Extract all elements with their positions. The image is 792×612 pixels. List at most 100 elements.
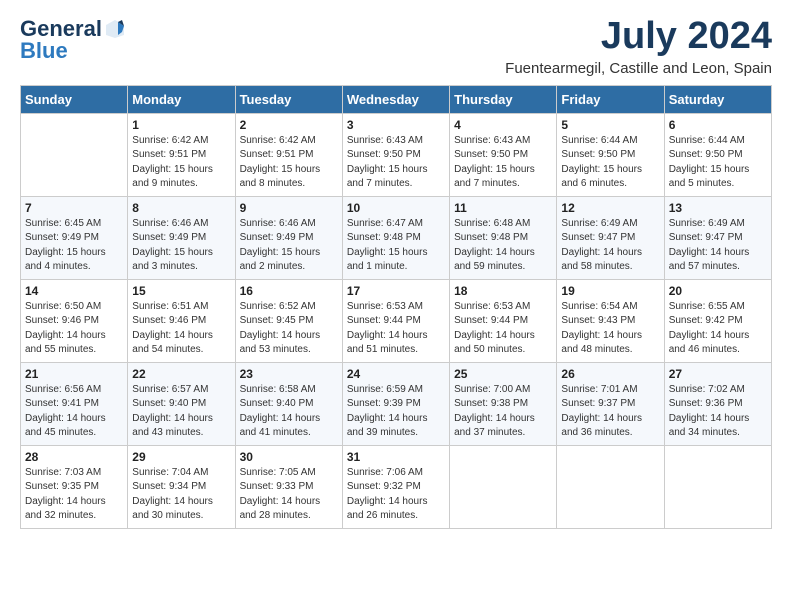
day-number: 29	[132, 450, 230, 464]
day-info: Sunrise: 6:47 AMSunset: 9:48 PMDaylight:…	[347, 217, 445, 275]
day-cell	[450, 445, 557, 528]
day-number: 26	[561, 367, 659, 381]
day-number: 1	[132, 118, 230, 132]
day-info: Sunrise: 6:52 AMSunset: 9:45 PMDaylight:…	[240, 300, 338, 358]
week-row-4: 21Sunrise: 6:56 AMSunset: 9:41 PMDayligh…	[21, 362, 772, 445]
day-cell: 28Sunrise: 7:03 AMSunset: 9:35 PMDayligh…	[21, 445, 128, 528]
day-cell: 11 Sunrise: 6:48 AMSunset: 9:48 PMDayligh…	[450, 196, 557, 279]
day-info: Sunrise: 7:00 AMSunset: 9:38 PMDaylight:…	[454, 383, 552, 441]
logo-blue: Blue	[20, 38, 68, 64]
day-cell: 31Sunrise: 7:06 AMSunset: 9:32 PMDayligh…	[342, 445, 449, 528]
title-block: July 2024 Fuentearmegil, Castille and Le…	[505, 16, 772, 77]
day-cell: 25 Sunrise: 7:00 AMSunset: 9:38 PMDayligh…	[450, 362, 557, 445]
day-cell: 27 Sunrise: 7:02 AMSunset: 9:36 PMDayligh…	[664, 362, 771, 445]
logo: General Blue	[20, 16, 126, 64]
day-number: 30	[240, 450, 338, 464]
day-cell: 20 Sunrise: 6:55 AMSunset: 9:42 PMDayligh…	[664, 279, 771, 362]
day-info: Sunrise: 6:57 AMSunset: 9:40 PMDaylight:…	[132, 383, 230, 441]
day-info: Sunrise: 7:04 AMSunset: 9:34 PMDaylight:…	[132, 466, 230, 524]
day-cell: 6Sunrise: 6:44 AMSunset: 9:50 PMDaylight…	[664, 113, 771, 196]
day-info: Sunrise: 6:43 AMSunset: 9:50 PMDaylight:…	[454, 134, 552, 192]
day-number: 5	[561, 118, 659, 132]
header-friday: Friday	[557, 85, 664, 113]
day-info: Sunrise: 6:55 AMSunset: 9:42 PMDaylight:…	[669, 300, 767, 358]
day-info: Sunrise: 6:46 AMSunset: 9:49 PMDaylight:…	[132, 217, 230, 275]
day-number: 3	[347, 118, 445, 132]
day-info: Sunrise: 6:45 AMSunset: 9:49 PMDaylight:…	[25, 217, 123, 275]
day-info: Sunrise: 7:01 AMSunset: 9:37 PMDaylight:…	[561, 383, 659, 441]
day-cell: 22Sunrise: 6:57 AMSunset: 9:40 PMDayligh…	[128, 362, 235, 445]
page-header: General Blue July 2024 Fuentearmegil, Ca…	[20, 16, 772, 77]
day-number: 15	[132, 284, 230, 298]
day-info: Sunrise: 7:05 AMSunset: 9:33 PMDaylight:…	[240, 466, 338, 524]
logo-flag-icon	[104, 18, 126, 40]
day-cell: 24 Sunrise: 6:59 AMSunset: 9:39 PMDayligh…	[342, 362, 449, 445]
header-thursday: Thursday	[450, 85, 557, 113]
day-cell: 13Sunrise: 6:49 AMSunset: 9:47 PMDayligh…	[664, 196, 771, 279]
header-wednesday: Wednesday	[342, 85, 449, 113]
day-info: Sunrise: 6:42 AMSunset: 9:51 PMDaylight:…	[240, 134, 338, 192]
day-number: 23	[240, 367, 338, 381]
day-info: Sunrise: 6:49 AMSunset: 9:47 PMDaylight:…	[561, 217, 659, 275]
day-cell: 15 Sunrise: 6:51 AMSunset: 9:46 PMDayligh…	[128, 279, 235, 362]
day-cell: 18 Sunrise: 6:53 AMSunset: 9:44 PMDayligh…	[450, 279, 557, 362]
day-number: 17	[347, 284, 445, 298]
week-row-3: 14 Sunrise: 6:50 AMSunset: 9:46 PMDayligh…	[21, 279, 772, 362]
day-info: Sunrise: 7:03 AMSunset: 9:35 PMDaylight:…	[25, 466, 123, 524]
day-number: 20	[669, 284, 767, 298]
calendar-table: SundayMondayTuesdayWednesdayThursdayFrid…	[20, 85, 772, 529]
day-cell: 21Sunrise: 6:56 AMSunset: 9:41 PMDayligh…	[21, 362, 128, 445]
day-number: 27	[669, 367, 767, 381]
day-number: 2	[240, 118, 338, 132]
week-row-2: 7 Sunrise: 6:45 AMSunset: 9:49 PMDaylight…	[21, 196, 772, 279]
day-cell: 12 Sunrise: 6:49 AMSunset: 9:47 PMDayligh…	[557, 196, 664, 279]
day-cell: 23 Sunrise: 6:58 AMSunset: 9:40 PMDayligh…	[235, 362, 342, 445]
day-info: Sunrise: 6:58 AMSunset: 9:40 PMDaylight:…	[240, 383, 338, 441]
day-cell	[664, 445, 771, 528]
day-info: Sunrise: 6:56 AMSunset: 9:41 PMDaylight:…	[25, 383, 123, 441]
month-title: July 2024	[505, 16, 772, 58]
day-cell: 4 Sunrise: 6:43 AMSunset: 9:50 PMDaylight…	[450, 113, 557, 196]
day-number: 11	[454, 201, 552, 215]
day-number: 18	[454, 284, 552, 298]
header-tuesday: Tuesday	[235, 85, 342, 113]
location-title: Fuentearmegil, Castille and Leon, Spain	[505, 60, 772, 77]
day-cell: 5Sunrise: 6:44 AMSunset: 9:50 PMDaylight…	[557, 113, 664, 196]
day-info: Sunrise: 6:50 AMSunset: 9:46 PMDaylight:…	[25, 300, 123, 358]
header-monday: Monday	[128, 85, 235, 113]
day-info: Sunrise: 6:42 AMSunset: 9:51 PMDaylight:…	[132, 134, 230, 192]
day-cell: 14 Sunrise: 6:50 AMSunset: 9:46 PMDayligh…	[21, 279, 128, 362]
day-number: 16	[240, 284, 338, 298]
header-row: SundayMondayTuesdayWednesdayThursdayFrid…	[21, 85, 772, 113]
day-info: Sunrise: 6:51 AMSunset: 9:46 PMDaylight:…	[132, 300, 230, 358]
day-number: 8	[132, 201, 230, 215]
day-info: Sunrise: 6:48 AMSunset: 9:48 PMDaylight:…	[454, 217, 552, 275]
day-info: Sunrise: 6:59 AMSunset: 9:39 PMDaylight:…	[347, 383, 445, 441]
day-number: 31	[347, 450, 445, 464]
day-number: 4	[454, 118, 552, 132]
day-number: 14	[25, 284, 123, 298]
day-cell: 26 Sunrise: 7:01 AMSunset: 9:37 PMDayligh…	[557, 362, 664, 445]
day-cell: 7 Sunrise: 6:45 AMSunset: 9:49 PMDaylight…	[21, 196, 128, 279]
day-cell: 16 Sunrise: 6:52 AMSunset: 9:45 PMDayligh…	[235, 279, 342, 362]
day-cell: 29 Sunrise: 7:04 AMSunset: 9:34 PMDayligh…	[128, 445, 235, 528]
day-info: Sunrise: 6:43 AMSunset: 9:50 PMDaylight:…	[347, 134, 445, 192]
day-number: 24	[347, 367, 445, 381]
day-info: Sunrise: 7:02 AMSunset: 9:36 PMDaylight:…	[669, 383, 767, 441]
day-info: Sunrise: 6:53 AMSunset: 9:44 PMDaylight:…	[454, 300, 552, 358]
day-number: 7	[25, 201, 123, 215]
day-cell: 30 Sunrise: 7:05 AMSunset: 9:33 PMDayligh…	[235, 445, 342, 528]
day-number: 12	[561, 201, 659, 215]
day-info: Sunrise: 6:53 AMSunset: 9:44 PMDaylight:…	[347, 300, 445, 358]
day-cell	[21, 113, 128, 196]
day-number: 13	[669, 201, 767, 215]
day-cell	[557, 445, 664, 528]
day-info: Sunrise: 6:46 AMSunset: 9:49 PMDaylight:…	[240, 217, 338, 275]
week-row-1: 1 Sunrise: 6:42 AMSunset: 9:51 PMDaylight…	[21, 113, 772, 196]
day-number: 25	[454, 367, 552, 381]
day-number: 9	[240, 201, 338, 215]
day-cell: 9 Sunrise: 6:46 AMSunset: 9:49 PMDaylight…	[235, 196, 342, 279]
day-cell: 8 Sunrise: 6:46 AMSunset: 9:49 PMDaylight…	[128, 196, 235, 279]
day-cell: 3 Sunrise: 6:43 AMSunset: 9:50 PMDaylight…	[342, 113, 449, 196]
day-info: Sunrise: 6:54 AMSunset: 9:43 PMDaylight:…	[561, 300, 659, 358]
